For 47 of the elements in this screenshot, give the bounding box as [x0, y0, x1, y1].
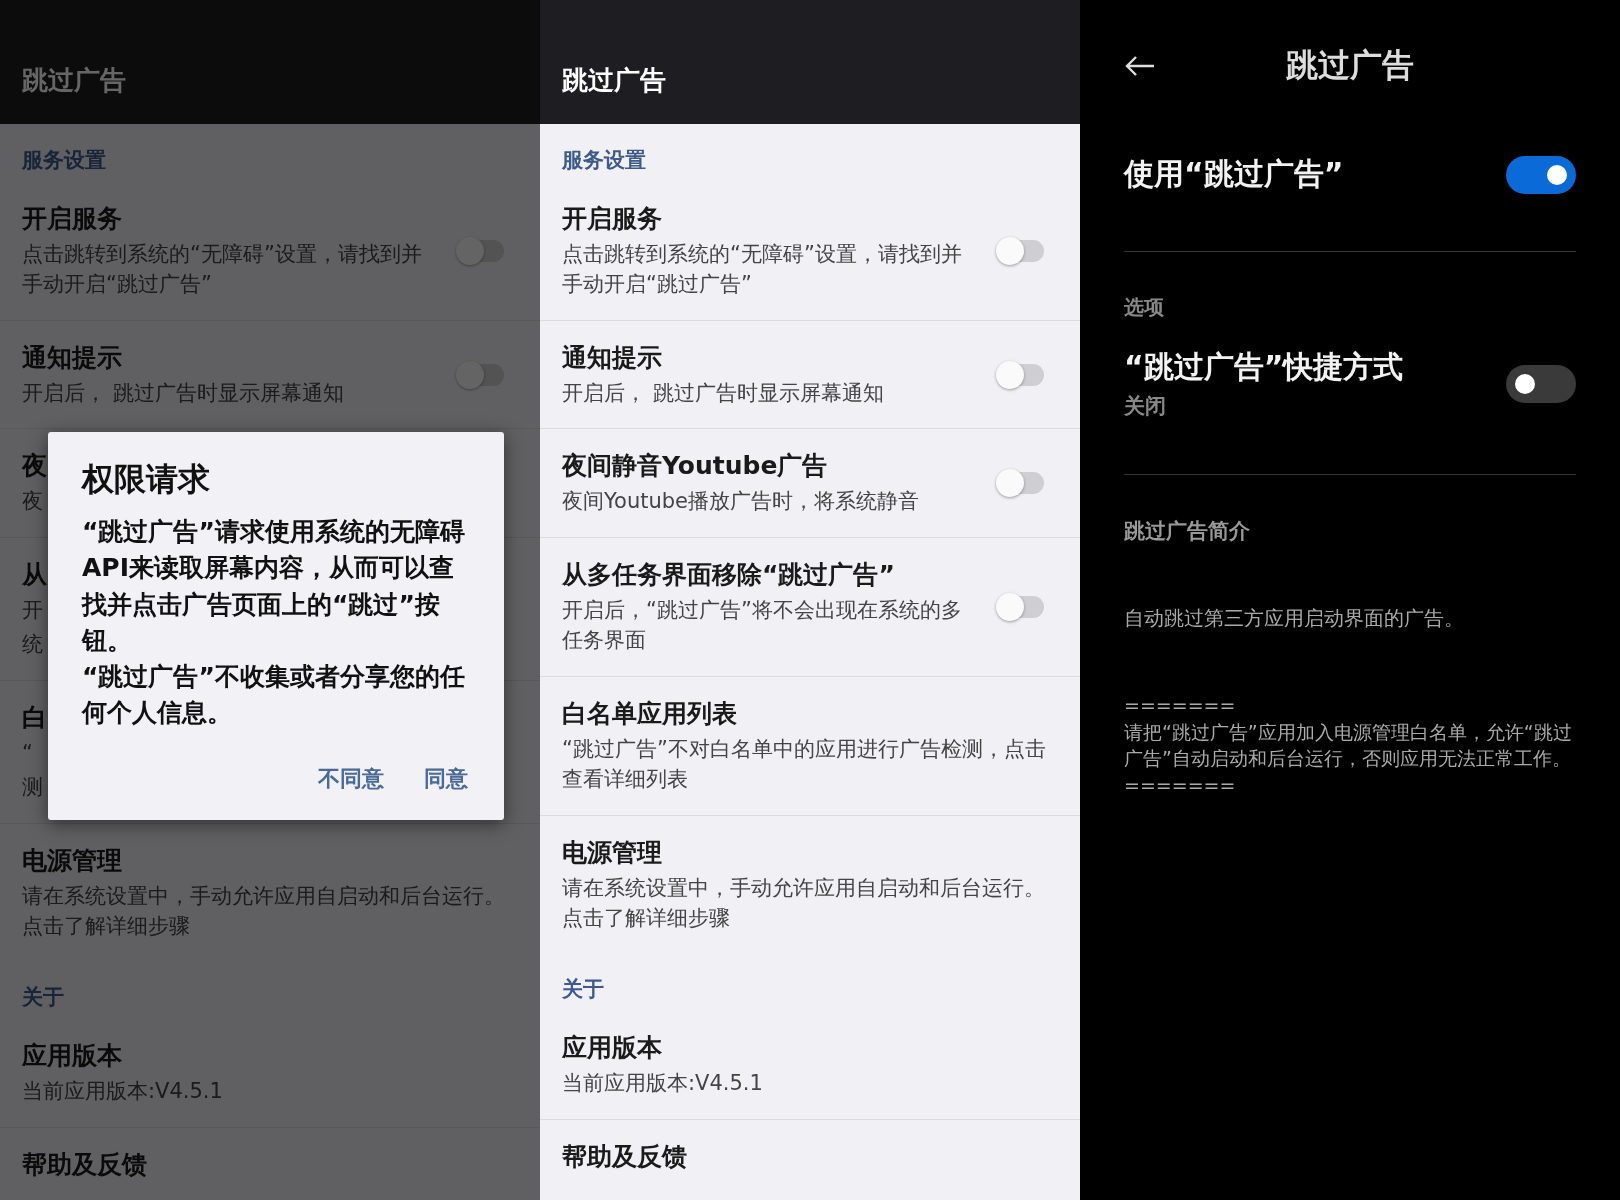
setting-title[interactable]: 电源管理	[562, 835, 1058, 869]
setting-description: 测	[22, 774, 43, 802]
setting-description: 请在系统设置中，手动允许应用自启动和后台运行。点击了解详细步骤	[562, 874, 1046, 932]
setting-title[interactable]: 帮助及反馈	[562, 1139, 1058, 1173]
setting-description: 当前应用版本:V4.5.1	[22, 1078, 223, 1106]
setting-title[interactable]: 使用“跳过广告”	[1124, 154, 1344, 195]
setting-title[interactable]: 从多任务界面移除“跳过广告”	[562, 557, 980, 591]
setting-description: “跳过广告”不对白名单中的应用进行广告检测，点击查看详细列表	[562, 735, 1047, 794]
setting-title[interactable]: “跳过广告”快捷方式	[1124, 347, 1506, 388]
setting-description: 统	[22, 631, 43, 659]
setting-status: 关闭	[1124, 393, 1167, 420]
setting-title[interactable]: 夜间静音Youtube广告	[562, 449, 980, 483]
toggle-switch[interactable]	[1506, 364, 1576, 403]
section-header: 选项	[1124, 294, 1165, 321]
description-text: 自动跳过第三方应用启动界面的广告。	[1124, 605, 1465, 632]
note-text: 请把“跳过广告”应用加入电源管理白名单，允许“跳过广告”自动启动和后台运行，否则应用无法正常工作。	[1124, 719, 1573, 772]
screen-title: 跳过广告	[1285, 45, 1415, 86]
setting-description: 当前应用版本:V4.5.1	[562, 1070, 763, 1098]
section-header: 服务设置	[560, 147, 647, 174]
section-header: 关于	[21, 984, 65, 1012]
toggle-switch[interactable]	[1506, 155, 1576, 194]
setting-description: 开启后，“跳过广告”将不会出现在系统的多任务界面	[562, 596, 963, 655]
setting-title[interactable]: 开启服务	[562, 202, 980, 235]
note-text: =======	[1124, 693, 1237, 718]
setting-description: 开	[22, 596, 43, 624]
section-header: 关于	[561, 976, 605, 1004]
setting-description: 点击跳转到系统的“无障碍”设置，请找到并手动开启“跳过广告”	[562, 241, 963, 299]
setting-description: 请在系统设置中，手动允许应用自启动和后台运行。点击了解详细步骤	[22, 882, 506, 940]
section-header: 跳过广告简介	[1124, 518, 1251, 545]
setting-description: 夜	[22, 488, 43, 516]
note-text: =======	[1124, 772, 1237, 798]
setting-description: “	[22, 739, 33, 767]
setting-title[interactable]: 应用版本	[562, 1031, 1058, 1065]
setting-title[interactable]: 白名单应用列表	[562, 696, 1058, 730]
section-header: 服务设置	[20, 147, 107, 174]
screen-title: 跳过广告	[22, 63, 126, 97]
dialog-title: 权限请求	[82, 459, 211, 500]
agree-button[interactable]: 同意	[422, 759, 470, 798]
dialog-message: “跳过广告”请求使用系统的无障碍API来读取屏幕内容，从而可以查找并点击广告页面上的“跳过”按钮。 “跳过广告”不收集或者分享您的任何个人信息。	[82, 516, 466, 730]
setting-description: 点击跳转到系统的“无障碍”设置，请找到并手动开启“跳过广告”	[22, 241, 423, 299]
decline-button[interactable]: 不同意	[316, 759, 386, 798]
back-arrow-icon[interactable]	[1124, 55, 1156, 77]
setting-description: 开启后， 跳过广告时显示屏幕通知	[22, 379, 344, 407]
setting-title[interactable]: 通知提示	[562, 340, 980, 374]
screen-title: 跳过广告	[562, 63, 666, 97]
setting-description: 开启后， 跳过广告时显示屏幕通知	[562, 379, 884, 407]
setting-description: 夜间Youtube播放广告时，将系统静音	[562, 488, 919, 516]
